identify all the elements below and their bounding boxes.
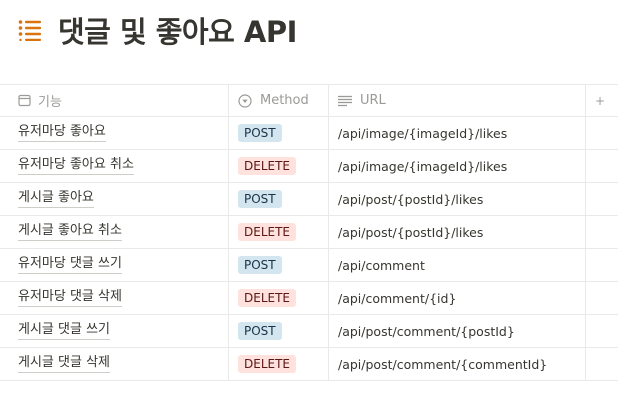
calendar-icon [18, 94, 32, 108]
url-cell[interactable]: /api/image/{imageId}/likes [329, 117, 586, 149]
url-cell[interactable]: /api/comment [329, 249, 586, 281]
empty-cell [586, 348, 600, 380]
add-property-button[interactable]: + [586, 85, 605, 116]
column-header-feature[interactable]: 기능 [0, 85, 229, 116]
table-row[interactable]: 유저마당 좋아요 취소 DELETE/api/image/{imageId}/li… [0, 150, 618, 183]
method-tag: POST [238, 322, 282, 340]
notion-page: 댓글 및 좋아요 API 기능 Method URL + 유저마당 좋아요 PO… [0, 0, 618, 416]
url-cell[interactable]: /api/post/{postId}/likes [329, 183, 586, 215]
method-tag: POST [238, 190, 282, 208]
empty-cell [586, 315, 600, 347]
table-row[interactable]: 게시글 좋아요 취소 DELETE/api/post/{postId}/likes [0, 216, 618, 249]
method-tag: DELETE [238, 157, 297, 175]
url-cell[interactable]: /api/post/comment/{postId} [329, 315, 586, 347]
column-header-label: 기능 [38, 95, 62, 110]
feature-cell[interactable]: 유저마당 댓글 삭제 [0, 282, 229, 314]
table-row[interactable]: 게시글 댓글 삭제 DELETE/api/post/comment/{commen… [0, 348, 618, 381]
plus-icon: + [595, 93, 606, 108]
method-tag: POST [238, 256, 282, 274]
feature-name[interactable]: 유저마당 댓글 쓰기 [18, 256, 122, 274]
method-cell[interactable]: POST [229, 249, 329, 281]
column-header-url[interactable]: URL [329, 85, 586, 116]
method-tag: DELETE [238, 355, 297, 373]
empty-cell [586, 282, 600, 314]
method-tag: DELETE [238, 289, 297, 307]
api-table: 기능 Method URL + 유저마당 좋아요 POST /api/image… [0, 84, 618, 381]
method-cell[interactable]: POST [229, 315, 329, 347]
feature-name[interactable]: 게시글 댓글 삭제 [18, 355, 110, 373]
page-header: 댓글 및 좋아요 API [18, 8, 297, 52]
method-cell[interactable]: POST [229, 117, 329, 149]
url-text: /api/post/{postId}/likes [338, 224, 484, 240]
url-text: /api/comment [338, 257, 425, 273]
column-header-label: URL [360, 93, 386, 108]
url-cell[interactable]: /api/post/{postId}/likes [329, 216, 586, 248]
feature-name[interactable]: 게시글 좋아요 취소 [18, 223, 122, 241]
url-text: /api/comment/{id} [338, 290, 457, 306]
empty-cell [586, 216, 600, 248]
empty-cell [586, 183, 600, 215]
table-row[interactable]: 게시글 댓글 쓰기 POST/api/post/comment/{postId} [0, 315, 618, 348]
url-text: /api/post/{postId}/likes [338, 191, 484, 207]
url-text: /api/post/comment/{postId} [338, 323, 515, 339]
feature-name[interactable]: 유저마당 댓글 삭제 [18, 289, 122, 307]
url-cell[interactable]: /api/comment/{id} [329, 282, 586, 314]
method-cell[interactable]: DELETE [229, 348, 329, 380]
feature-name[interactable]: 유저마당 좋아요 [18, 124, 106, 142]
feature-cell[interactable]: 게시글 좋아요 취소 [0, 216, 229, 248]
text-icon [338, 94, 352, 108]
method-cell[interactable]: DELETE [229, 216, 329, 248]
empty-cell [586, 249, 600, 281]
method-tag: DELETE [238, 223, 297, 241]
table-row[interactable]: 유저마당 댓글 삭제 DELETE/api/comment/{id} [0, 282, 618, 315]
feature-cell[interactable]: 게시글 댓글 삭제 [0, 348, 229, 380]
url-cell[interactable]: /api/image/{imageId}/likes [329, 150, 586, 182]
feature-cell[interactable]: 유저마당 좋아요 취소 [0, 150, 229, 182]
table-row[interactable]: 게시글 좋아요 POST/api/post/{postId}/likes [0, 183, 618, 216]
column-header-method[interactable]: Method [229, 85, 329, 116]
list-icon[interactable] [18, 17, 44, 43]
url-text: /api/image/{imageId}/likes [338, 158, 508, 174]
column-header-label: Method [260, 93, 309, 108]
table-body: 유저마당 좋아요 POST/api/image/{imageId}/likes 유저… [0, 117, 618, 381]
feature-cell[interactable]: 게시글 댓글 쓰기 [0, 315, 229, 347]
feature-name[interactable]: 유저마당 좋아요 취소 [18, 157, 134, 175]
method-cell[interactable]: POST [229, 183, 329, 215]
url-text: /api/image/{imageId}/likes [338, 125, 508, 141]
feature-cell[interactable]: 유저마당 좋아요 [0, 117, 229, 149]
method-cell[interactable]: DELETE [229, 150, 329, 182]
feature-cell[interactable]: 유저마당 댓글 쓰기 [0, 249, 229, 281]
method-tag: POST [238, 124, 282, 142]
empty-cell [586, 117, 600, 149]
select-icon [238, 93, 252, 108]
feature-name[interactable]: 게시글 좋아요 [18, 190, 94, 208]
table-row[interactable]: 유저마당 댓글 쓰기 POST/api/comment [0, 249, 618, 282]
empty-cell [586, 150, 600, 182]
feature-name[interactable]: 게시글 댓글 쓰기 [18, 322, 110, 340]
page-title[interactable]: 댓글 및 좋아요 API [58, 9, 297, 51]
method-cell[interactable]: DELETE [229, 282, 329, 314]
url-text: /api/post/comment/{commentId} [338, 356, 548, 372]
table-header: 기능 Method URL + [0, 84, 618, 117]
feature-cell[interactable]: 게시글 좋아요 [0, 183, 229, 215]
table-row[interactable]: 유저마당 좋아요 POST/api/image/{imageId}/likes [0, 117, 618, 150]
url-cell[interactable]: /api/post/comment/{commentId} [329, 348, 586, 380]
